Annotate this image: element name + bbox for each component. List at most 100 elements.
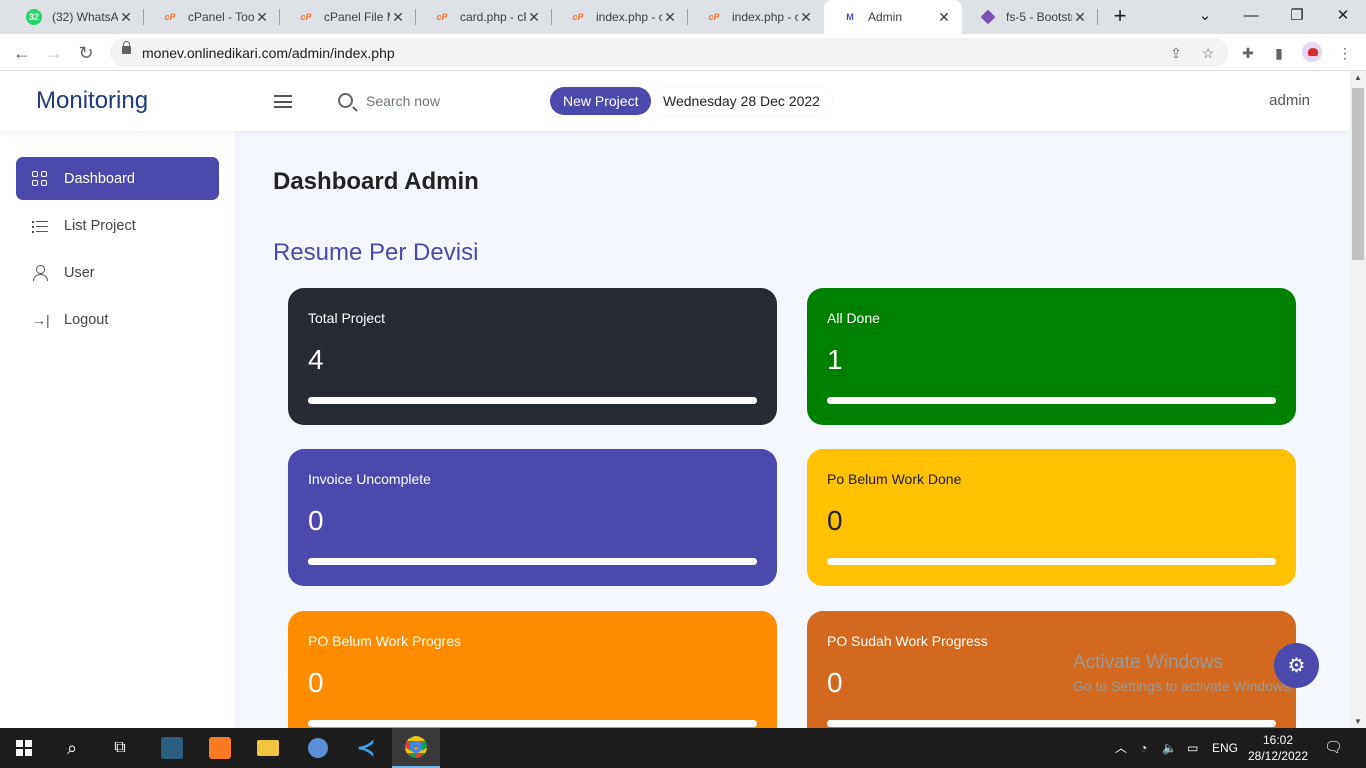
- close-icon[interactable]: ✕: [936, 9, 952, 26]
- browser-tab[interactable]: 32 (32) WhatsApp ✕: [8, 0, 144, 34]
- new-project-button[interactable]: New Project: [550, 87, 652, 115]
- monitoring-icon: M: [846, 12, 854, 22]
- restore-button[interactable]: ❐: [1274, 0, 1320, 34]
- sidebar-item-logout[interactable]: →| Logout: [16, 298, 219, 341]
- cpanel-icon: cP: [164, 12, 176, 22]
- stat-card-label: Total Project: [308, 310, 386, 326]
- close-icon[interactable]: ✕: [526, 9, 542, 26]
- stat-card-invoice-uncomplete[interactable]: Invoice Uncomplete 0: [288, 449, 777, 586]
- stat-card-total-project[interactable]: Total Project 4: [288, 288, 777, 425]
- browser-toolbar: ← → ↻ monev.onlinedikari.com/admin/index…: [0, 34, 1366, 71]
- file-explorer-icon[interactable]: [244, 728, 292, 768]
- page-scrollbar[interactable]: ▲ ▼: [1350, 71, 1366, 728]
- address-bar[interactable]: monev.onlinedikari.com/admin/index.php ⇪…: [110, 38, 1228, 67]
- window-close-button[interactable]: ✕: [1320, 0, 1366, 34]
- reload-button[interactable]: ↻: [73, 40, 99, 66]
- browser-tab[interactable]: cP index.php - cPanel ✕: [552, 0, 688, 34]
- close-icon[interactable]: ✕: [254, 9, 270, 26]
- sidebar-item-user[interactable]: User: [16, 251, 219, 294]
- scrollbar-thumb[interactable]: [1352, 88, 1364, 260]
- tab-title: Admin: [868, 10, 903, 24]
- bootstrap-icon: [980, 9, 996, 25]
- settings-gear-icon[interactable]: ⚙: [1274, 643, 1319, 688]
- stat-card-label: All Done: [827, 310, 880, 326]
- scroll-up-arrow-icon[interactable]: ▲: [1350, 73, 1366, 82]
- stat-card-label: Po Belum Work Done: [827, 471, 962, 487]
- language-indicator[interactable]: ENG: [1212, 728, 1238, 768]
- notifications-icon[interactable]: 🗨: [1324, 728, 1343, 768]
- close-icon[interactable]: ✕: [390, 9, 406, 26]
- progress-fill: [827, 397, 1276, 404]
- browser-tab-active[interactable]: M Admin ✕: [824, 0, 962, 34]
- stat-card-value: 0: [308, 667, 324, 698]
- search-taskbar-icon[interactable]: ⌕: [48, 728, 96, 768]
- tab-title: card.php - cPanel: [460, 10, 526, 24]
- browser-menu-icon[interactable]: ⋮: [1334, 42, 1356, 64]
- progress-fill: [827, 720, 1276, 727]
- stat-card-value: 0: [308, 505, 324, 536]
- browser-tab[interactable]: cP card.php - cPanel ✕: [416, 0, 552, 34]
- brand-logo[interactable]: Monitoring: [36, 87, 148, 115]
- progress-fill: [827, 558, 1276, 565]
- search-icon[interactable]: [338, 93, 353, 108]
- top-navbar: Monitoring New Project Wednesday 28 Dec …: [0, 71, 1350, 131]
- taskbar-clock[interactable]: 16:02 28/12/2022: [1240, 732, 1316, 764]
- mysql-workbench-icon[interactable]: [148, 728, 196, 768]
- tab-title: cPanel - Tools: [188, 10, 254, 24]
- scroll-down-arrow-icon[interactable]: ▼: [1350, 717, 1366, 726]
- side-panel-icon[interactable]: ▮: [1268, 42, 1290, 64]
- extensions-icon[interactable]: ✚: [1237, 42, 1259, 64]
- stat-card-all-done[interactable]: All Done 1: [807, 288, 1296, 425]
- browser-tab[interactable]: cP cPanel - Tools ✕: [144, 0, 280, 34]
- clock-date: 28/12/2022: [1247, 749, 1309, 763]
- tab-title: (32) WhatsApp: [52, 10, 118, 24]
- battery-icon[interactable]: ▭: [1187, 728, 1198, 768]
- watermark-subtitle: Go to Settings to activate Windows.: [1073, 678, 1294, 694]
- xampp-icon[interactable]: [196, 728, 244, 768]
- new-tab-button[interactable]: +: [1108, 5, 1132, 29]
- hamburger-menu-icon[interactable]: [274, 95, 292, 108]
- stat-card-value: 0: [827, 667, 843, 698]
- close-icon[interactable]: ✕: [118, 9, 134, 26]
- sidebar-item-list-project[interactable]: List Project: [16, 204, 219, 247]
- volume-icon[interactable]: 🔈: [1162, 728, 1177, 768]
- back-button[interactable]: ←: [9, 40, 35, 66]
- minimize-button[interactable]: —: [1228, 0, 1274, 34]
- close-icon[interactable]: ✕: [662, 9, 678, 26]
- stat-card-po-belum-work-done[interactable]: Po Belum Work Done 0: [807, 449, 1296, 586]
- profile-avatar[interactable]: [1302, 42, 1322, 62]
- chrome-icon[interactable]: [392, 728, 440, 768]
- browser-tab[interactable]: fs-5 - Bootstrap ✕: [962, 0, 1098, 34]
- sidebar-item-label: User: [64, 264, 95, 281]
- browser-tab[interactable]: cP cPanel File Manager ✕: [280, 0, 416, 34]
- stat-card-po-belum-work-progres[interactable]: PO Belum Work Progres 0: [288, 611, 777, 728]
- logout-icon: →|: [32, 311, 50, 328]
- app-icon[interactable]: [294, 728, 342, 768]
- bookmark-star-icon[interactable]: ☆: [1198, 43, 1218, 63]
- share-icon[interactable]: ⇪: [1166, 43, 1186, 63]
- close-icon[interactable]: ✕: [798, 9, 814, 26]
- network-icon[interactable]: ◔: [1140, 728, 1147, 768]
- user-icon: [32, 264, 48, 281]
- browser-tab[interactable]: cP index.php - cPanel ✕: [688, 0, 824, 34]
- forward-button[interactable]: →: [41, 40, 67, 66]
- user-menu[interactable]: admin: [1269, 92, 1310, 109]
- tab-title: cPanel File Manager: [324, 10, 390, 24]
- tab-search-icon[interactable]: ⌄: [1182, 0, 1228, 34]
- progress-fill: [308, 397, 757, 404]
- search-input[interactable]: [366, 91, 526, 111]
- progress-fill: [308, 558, 757, 565]
- sidebar-item-dashboard[interactable]: Dashboard: [16, 157, 219, 200]
- stat-card-value: 4: [308, 344, 324, 375]
- sidebar-item-label: List Project: [64, 217, 136, 234]
- show-hidden-icons[interactable]: ︿: [1115, 728, 1127, 768]
- progress-bar: [827, 397, 1276, 404]
- task-view-icon[interactable]: ⧉: [96, 728, 144, 768]
- vscode-icon[interactable]: ≺: [342, 728, 390, 768]
- url-text[interactable]: monev.onlinedikari.com/admin/index.php: [142, 45, 395, 61]
- sidebar-item-label: Logout: [64, 311, 109, 328]
- clock-time: 16:02: [1262, 733, 1294, 747]
- main-content: Dashboard Admin Resume Per Devisi Total …: [235, 131, 1350, 728]
- start-button[interactable]: [0, 728, 48, 768]
- close-icon[interactable]: ✕: [1072, 9, 1088, 26]
